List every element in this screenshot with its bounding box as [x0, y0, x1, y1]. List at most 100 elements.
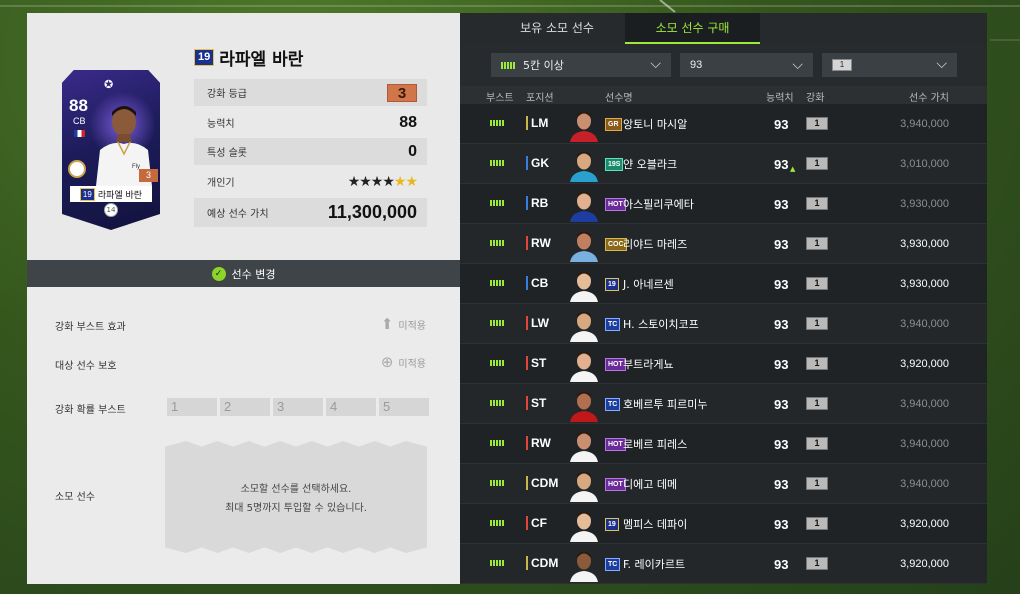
- player-face: [570, 511, 598, 542]
- boost-bars-icon: [490, 560, 504, 566]
- player-face: [570, 111, 598, 142]
- boost-slot[interactable]: 5: [379, 398, 429, 416]
- row-enhance-level: 1: [806, 557, 828, 570]
- level-filter-value: 1: [832, 59, 852, 71]
- col-name[interactable]: 선수명: [605, 89, 633, 104]
- boost-effect-toggle[interactable]: ⬆ 미적용: [381, 315, 426, 333]
- boost-bars-icon: [490, 360, 504, 366]
- col-ovr[interactable]: 능력치: [766, 89, 794, 104]
- boost-bars-icon: [490, 440, 504, 446]
- boost-filter-select[interactable]: 5칸 이상 ⌵: [491, 53, 671, 77]
- sacrifice-drop-area[interactable]: 소모할 선수를 선택하세요. 최대 5명까지 투입할 수 있습니다.: [165, 441, 427, 553]
- player-row[interactable]: ST HOT 부트라게뇨 93 1 3,920,000: [460, 344, 987, 384]
- row-position: CDM: [526, 556, 558, 570]
- protect-label: 대상 선수 보호: [55, 361, 117, 372]
- player-face: [570, 311, 598, 342]
- row-enhance-level: 1: [806, 317, 828, 330]
- player-face: [570, 151, 598, 182]
- player-row[interactable]: CDM TC F. 레이카르트 93 1 3,920,000: [460, 544, 987, 584]
- row-ovr: 93: [774, 357, 789, 372]
- player-row[interactable]: CB 19 J. 아네르센 93 1 3,930,000: [460, 264, 987, 304]
- trait-value: 0: [408, 142, 417, 160]
- player-row[interactable]: LM GR 앙토니 마시알 93 1 3,940,000: [460, 104, 987, 144]
- row-position: CF: [526, 516, 547, 530]
- grade-value: 3: [387, 83, 417, 102]
- boost-bars-icon: [490, 160, 504, 166]
- row-value: 3,940,000: [900, 398, 949, 410]
- table-header: 부스트 포지션 선수명 능력치 강화 선수 가치: [460, 86, 987, 104]
- row-player-name: 멤피스 데파이: [623, 518, 688, 531]
- row-player-name: 디에고 데메: [623, 478, 678, 491]
- row-value: 3,940,000: [900, 318, 949, 330]
- col-position[interactable]: 포지션: [526, 89, 554, 104]
- check-icon: ✓: [211, 266, 226, 281]
- ovr-filter-select[interactable]: 93 ⌵: [680, 53, 813, 77]
- player-row[interactable]: RW HOT 로베르 피레스 93 1 3,940,000: [460, 424, 987, 464]
- stat-label: 예상 선수 가치: [207, 209, 269, 220]
- boost-slot[interactable]: 1: [167, 398, 217, 416]
- row-enhance-level: 1: [806, 437, 828, 450]
- row-ovr: 93: [774, 197, 789, 212]
- card-name: 라파엘 바란: [97, 190, 143, 201]
- player-row[interactable]: RB HOT 아스필리쿠에타 93 1 3,930,000: [460, 184, 987, 224]
- boost-slot[interactable]: 4: [326, 398, 376, 416]
- row-ovr: 93: [774, 477, 789, 492]
- row-value: 3,940,000: [900, 118, 949, 130]
- stat-label: 특성 슬롯: [207, 148, 247, 159]
- skill-stars: ★★★★★★: [347, 173, 418, 190]
- col-value[interactable]: 선수 가치: [909, 89, 949, 104]
- change-player-button[interactable]: ✓ 선수 변경: [27, 260, 460, 287]
- level-filter-select[interactable]: 1 ⌵: [822, 53, 957, 77]
- ucl-star-icon: ✪: [104, 78, 114, 91]
- col-boost[interactable]: 부스트: [486, 89, 514, 104]
- row-value: 3,010,000: [900, 158, 949, 170]
- row-value: 3,920,000: [900, 518, 949, 530]
- player-face: [570, 351, 598, 382]
- row-player-name: 부트라게뇨: [623, 358, 674, 371]
- ovr-filter-value: 93: [690, 59, 703, 71]
- tab-buy-sacrifice[interactable]: 소모 선수 구매: [625, 13, 760, 44]
- player-row[interactable]: CF 19 멤피스 데파이 93 1 3,920,000: [460, 504, 987, 544]
- row-ovr: 93: [774, 117, 789, 132]
- boost-bars-icon: [490, 520, 504, 526]
- row-value: 3,920,000: [900, 358, 949, 370]
- protect-toggle[interactable]: ⊕ 미적용: [381, 353, 426, 371]
- row-player-name: 호베르투 피르미누: [623, 398, 708, 411]
- protect-status: 미적용: [398, 358, 426, 370]
- player-row[interactable]: CDM HOT 디에고 데메 93 1 3,940,000: [460, 464, 987, 504]
- player-face: [570, 231, 598, 262]
- star-icons-filled: ★★★★: [347, 173, 395, 190]
- row-position: LM: [526, 116, 548, 130]
- player-card[interactable]: ✪ 88 CB Fly 3 19 라파엘 바란 14: [62, 70, 160, 230]
- boost-bars-icon: [490, 200, 504, 206]
- player-face: [570, 191, 598, 222]
- player-row[interactable]: RW COC 리야드 마레즈 93 1 3,930,000: [460, 224, 987, 264]
- player-title: 19 라파엘 바란: [194, 45, 303, 70]
- col-enhance[interactable]: 강화: [806, 89, 824, 104]
- row-position: LW: [526, 316, 549, 330]
- boost-slot[interactable]: 2: [220, 398, 270, 416]
- row-player-name: 리야드 마레즈: [623, 238, 688, 251]
- stat-label: 능력치: [207, 119, 235, 130]
- plus-circle-icon: ⊕: [380, 353, 394, 371]
- boost-bars-icon: [490, 280, 504, 286]
- arrow-up-icon: ⬆: [380, 315, 394, 333]
- card-ovr: 88: [69, 96, 88, 115]
- star-icons-gold: ★★: [393, 173, 418, 190]
- row-season-badge: GR: [605, 118, 622, 131]
- boost-slot[interactable]: 3: [273, 398, 323, 416]
- stat-popularity: 개인기 ★★★★★★: [194, 168, 427, 195]
- player-row[interactable]: ST TC 호베르투 피르미누 93 1 3,940,000: [460, 384, 987, 424]
- player-face: [570, 551, 598, 582]
- row-enhance-level: 1: [806, 397, 828, 410]
- row-value: 3,930,000: [900, 278, 949, 290]
- player-row[interactable]: GK 19S 얀 오블라크 93 ▲ 1 3,010,000: [460, 144, 987, 184]
- boost-bars-icon: [490, 480, 504, 486]
- tab-owned-sacrifice[interactable]: 보유 소모 선수: [492, 13, 622, 44]
- row-position: CB: [526, 276, 548, 290]
- player-row[interactable]: LW TC H. 스토이치코프 93 1 3,940,000: [460, 304, 987, 344]
- row-player-name: 얀 오블라크: [623, 158, 678, 171]
- player-face: [570, 471, 598, 502]
- boost-bars-icon: [490, 240, 504, 246]
- player-face: [570, 271, 598, 302]
